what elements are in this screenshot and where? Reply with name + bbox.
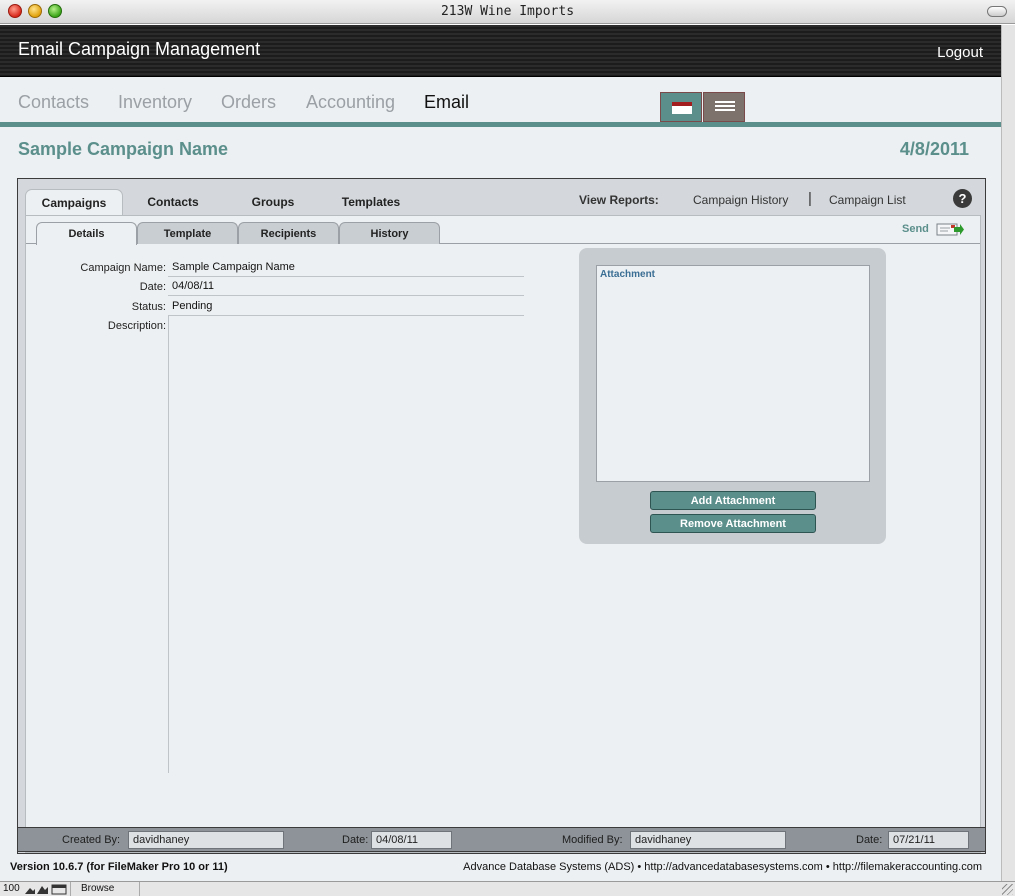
nav-item-inventory[interactable]: Inventory: [118, 92, 192, 113]
list-view-button[interactable]: [703, 92, 745, 122]
zoom-level[interactable]: 100: [3, 883, 20, 894]
app-header: Email Campaign Management Logout: [0, 25, 1001, 77]
created-date-label: Date:: [342, 834, 369, 846]
created-date-field: 04/08/11: [371, 831, 452, 849]
nav-item-contacts[interactable]: Contacts: [18, 92, 89, 113]
date-field[interactable]: 04/08/11: [168, 277, 524, 296]
list-view-icon: [715, 101, 735, 113]
view-reports-label: View Reports:: [579, 193, 659, 207]
report-link-campaign-list[interactable]: Campaign List: [829, 193, 906, 207]
attachment-panel: Attachment Add Attachment Remove Attachm…: [579, 248, 886, 544]
tab-templates[interactable]: Templates: [326, 189, 416, 215]
form-view-button[interactable]: [660, 92, 702, 122]
nav-item-email[interactable]: Email: [424, 92, 469, 113]
subtab-details[interactable]: Details: [36, 222, 137, 245]
nav-item-orders[interactable]: Orders: [221, 92, 276, 113]
modified-date-field: 07/21/11: [888, 831, 969, 849]
resize-grip-icon[interactable]: [1002, 884, 1013, 895]
tab-campaigns[interactable]: Campaigns: [25, 189, 123, 217]
help-icon[interactable]: ?: [953, 189, 972, 208]
subtab-recipients[interactable]: Recipients: [238, 222, 339, 244]
status-bar: 100 Browse: [0, 881, 1015, 896]
attachment-label: Attachment: [600, 269, 656, 280]
version-text: Version 10.6.7 (for FileMaker Pro 10 or …: [10, 861, 228, 873]
credits-text: Advance Database Systems (ADS) • http://…: [463, 861, 982, 873]
mode-indicator[interactable]: Browse: [70, 882, 140, 896]
nav-divider: [0, 122, 1001, 127]
status-field[interactable]: Pending: [168, 297, 524, 316]
modified-by-field: davidhaney: [630, 831, 786, 849]
modified-date-label: Date:: [856, 834, 883, 846]
main-nav: Contacts Inventory Orders Accounting Ema…: [0, 78, 1001, 124]
campaign-details-area: Details Template Recipients History Send…: [25, 215, 981, 853]
add-attachment-button[interactable]: Add Attachment: [650, 491, 816, 510]
subtab-history[interactable]: History: [339, 222, 440, 244]
modified-by-label: Modified By:: [562, 834, 623, 846]
remove-attachment-button[interactable]: Remove Attachment: [650, 514, 816, 533]
nav-item-accounting[interactable]: Accounting: [306, 92, 395, 113]
campaign-date: 4/8/2011: [899, 139, 969, 159]
created-by-label: Created By:: [62, 834, 121, 846]
subtab-template[interactable]: Template: [137, 222, 238, 244]
attachment-container[interactable]: Attachment: [596, 265, 870, 482]
tab-contacts[interactable]: Contacts: [128, 189, 218, 215]
zoom-controls-icon[interactable]: [24, 884, 68, 895]
report-separator: |: [808, 190, 812, 207]
app-content: Email Campaign Management Logout Contact…: [0, 25, 1001, 881]
status-label: Status:: [131, 301, 166, 313]
campaign-panel: Campaigns Contacts Groups Templates View…: [17, 178, 986, 854]
app-title: Email Campaign Management: [18, 39, 261, 59]
description-text[interactable]: [168, 316, 524, 773]
description-label: Description:: [107, 320, 166, 332]
logout-link[interactable]: Logout: [937, 44, 983, 61]
report-link-campaign-history[interactable]: Campaign History: [693, 193, 788, 207]
campaign-title: Sample Campaign Name: [18, 139, 229, 159]
send-email-icon[interactable]: [936, 221, 964, 237]
window-right-edge: [1001, 25, 1015, 881]
toolbar-toggle-button[interactable]: [987, 6, 1007, 17]
window-title-bar: 213W Wine Imports: [0, 0, 1015, 24]
record-metadata-bar: Created By: davidhaney Date: 04/08/11 Mo…: [17, 827, 986, 852]
campaign-name-field[interactable]: Sample Campaign Name: [168, 258, 524, 277]
window-title: 213W Wine Imports: [440, 4, 575, 19]
created-by-field: davidhaney: [128, 831, 284, 849]
send-button[interactable]: Send: [902, 223, 929, 235]
tab-groups[interactable]: Groups: [228, 189, 318, 215]
form-view-icon: [672, 102, 692, 114]
date-label: Date:: [139, 281, 166, 293]
campaign-name-label: Campaign Name:: [80, 262, 166, 274]
